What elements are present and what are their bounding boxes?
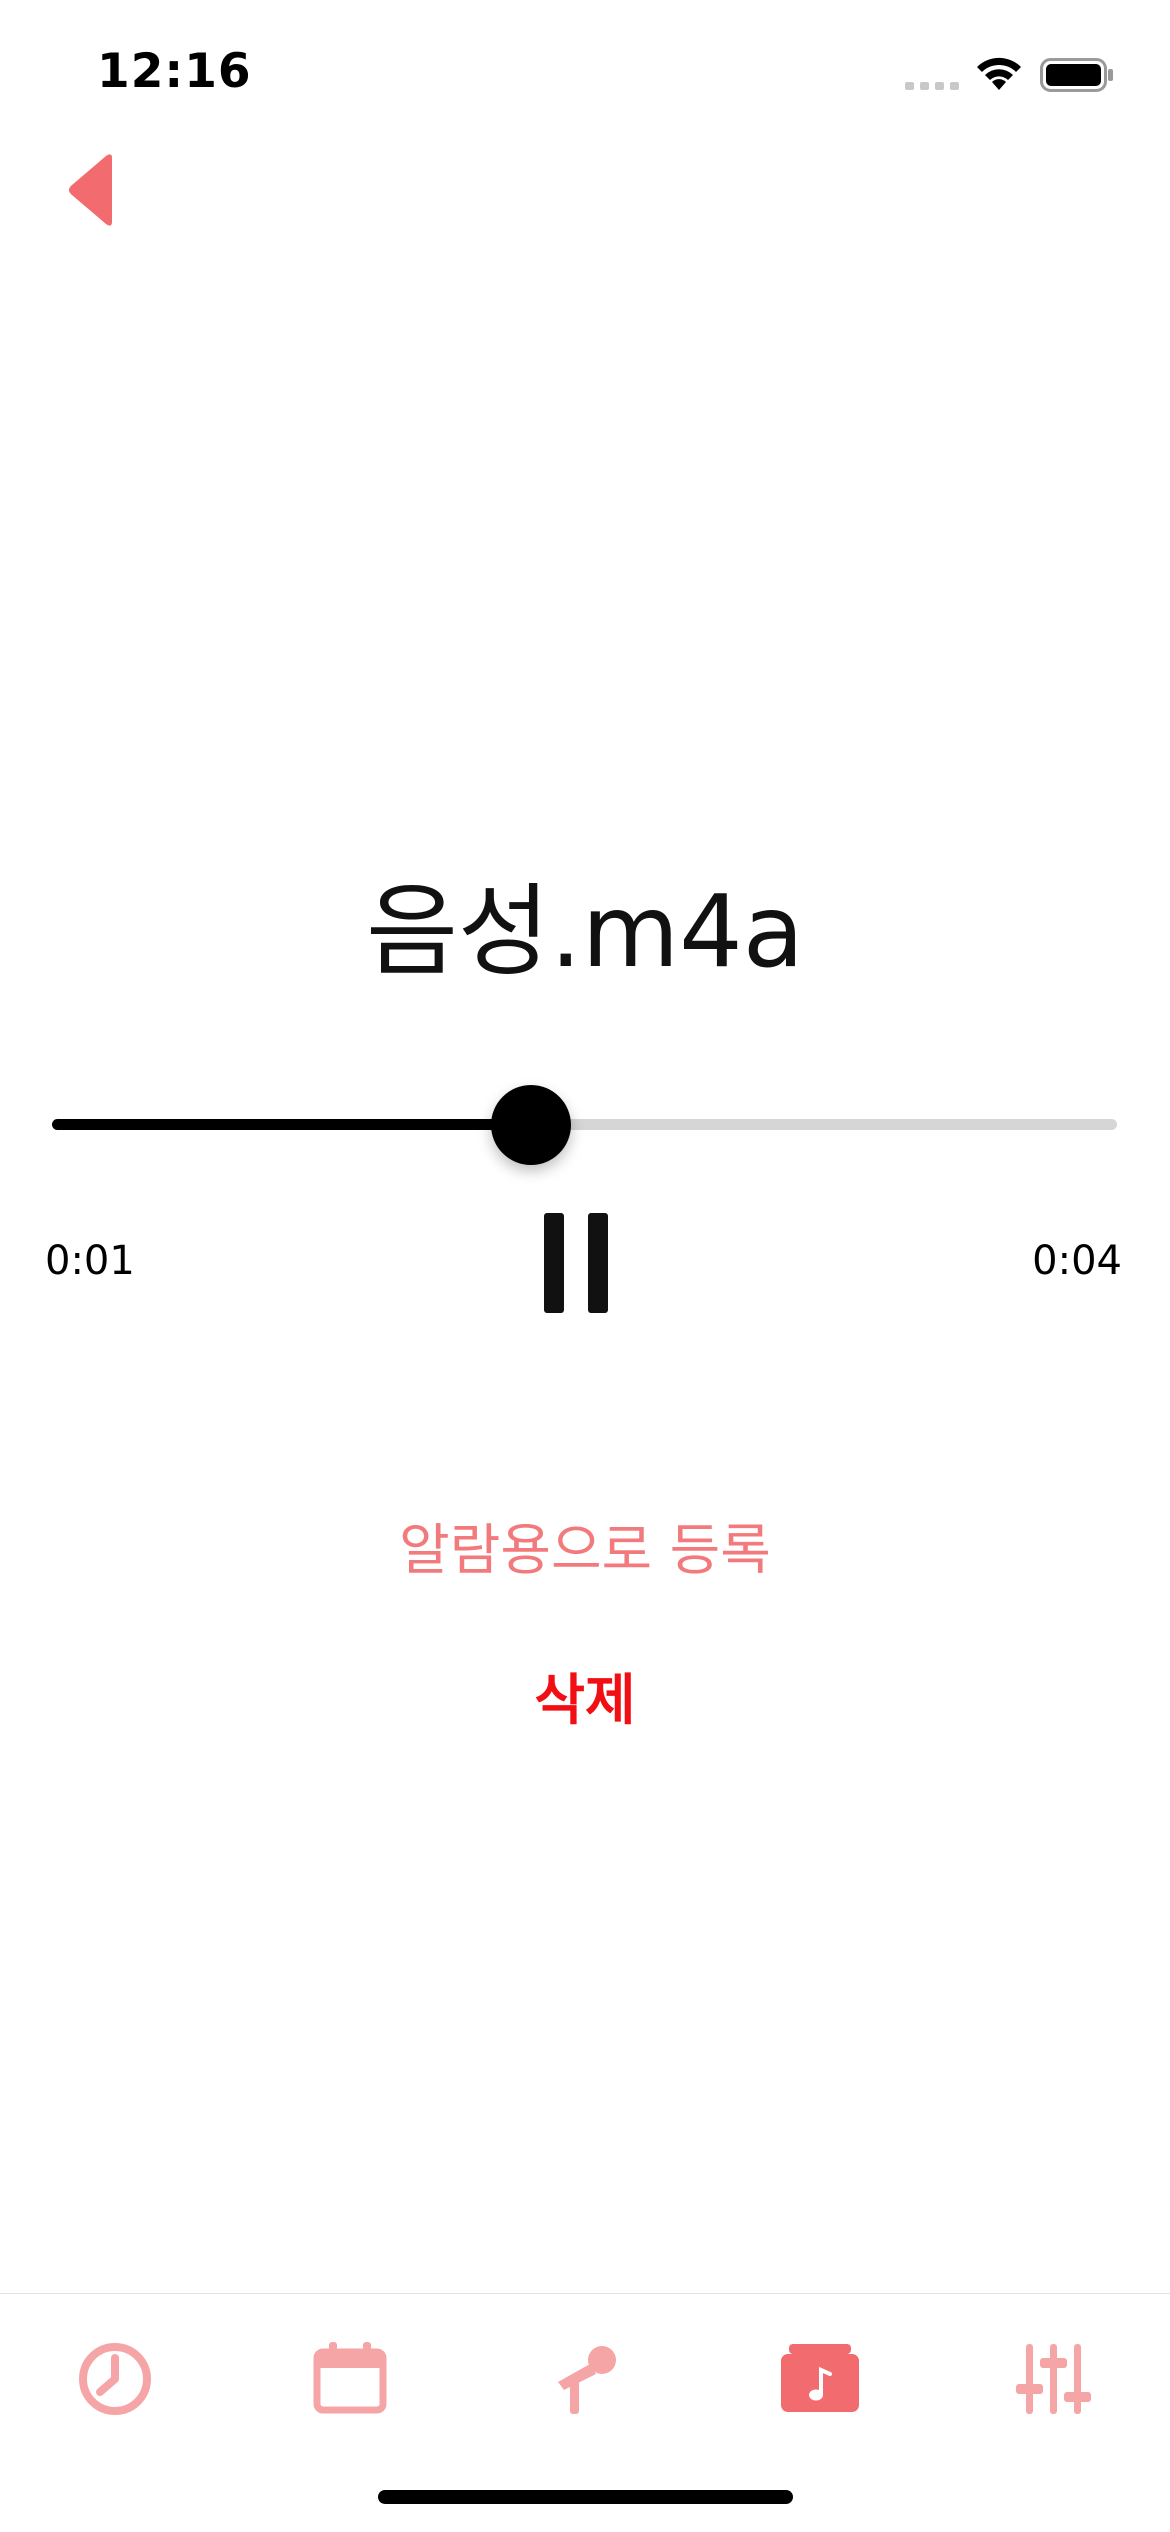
register-alarm-button[interactable]: 알람용으로 등록 bbox=[0, 1505, 1170, 1585]
tab-recordings[interactable] bbox=[775, 2334, 865, 2424]
music-folder-icon bbox=[781, 2344, 859, 2412]
delete-button[interactable]: 삭제 bbox=[0, 1655, 1170, 1735]
back-button[interactable] bbox=[60, 150, 130, 230]
tab-calendar[interactable] bbox=[305, 2334, 395, 2424]
pause-icon bbox=[544, 1213, 564, 1313]
track-title: 음성.m4a bbox=[365, 873, 805, 990]
home-indicator bbox=[378, 2490, 793, 2504]
pause-button[interactable] bbox=[544, 1213, 608, 1313]
slider-thumb[interactable] bbox=[491, 1085, 572, 1165]
back-arrow-icon bbox=[69, 154, 112, 226]
total-time: 0:04 bbox=[1032, 1238, 1122, 1284]
microphone-icon bbox=[558, 2346, 616, 2414]
tab-settings[interactable] bbox=[1008, 2334, 1098, 2424]
audio-player-screen: 12:16 음성.m4a 0:01 0:04 알람용으로 등록 삭제 bbox=[0, 0, 1170, 2532]
sliders-icon bbox=[1016, 2344, 1091, 2414]
wifi-icon bbox=[977, 57, 1021, 90]
status-time: 12:16 bbox=[97, 44, 252, 99]
pause-icon-bar bbox=[588, 1213, 608, 1313]
playback-slider[interactable] bbox=[52, 1085, 1117, 1165]
clock-icon bbox=[79, 2343, 151, 2415]
cellular-signal-icon bbox=[905, 82, 959, 90]
battery-icon bbox=[1040, 58, 1113, 92]
slider-fill bbox=[52, 1119, 532, 1130]
elapsed-time: 0:01 bbox=[45, 1238, 135, 1284]
calendar-icon bbox=[313, 2342, 387, 2414]
tab-microphone[interactable] bbox=[540, 2334, 630, 2424]
tab-clock[interactable] bbox=[70, 2334, 160, 2424]
